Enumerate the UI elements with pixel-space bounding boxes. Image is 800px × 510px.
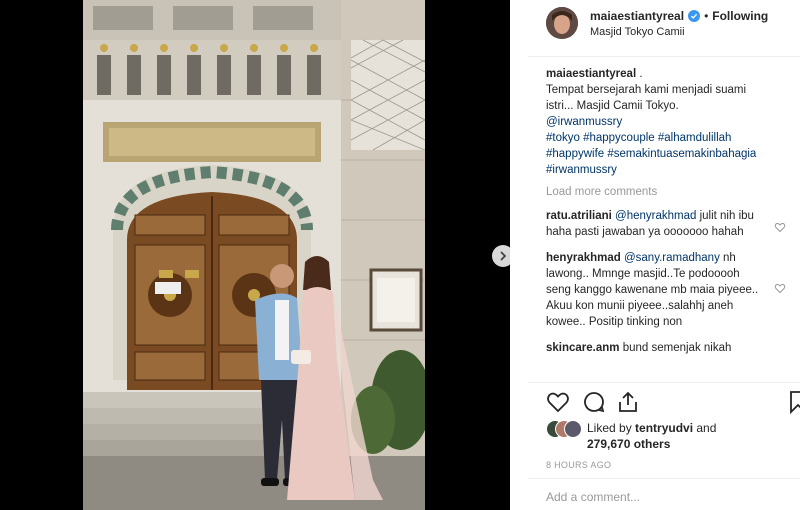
- comment-icon[interactable]: [582, 390, 606, 414]
- divider: [528, 382, 800, 383]
- caption-username-suffix: .: [636, 68, 643, 80]
- bookmark-icon[interactable]: [786, 390, 800, 414]
- liked-by-user[interactable]: tentryudvi: [635, 421, 693, 435]
- comment-item: henyrakhmad @sany.ramadhany nh lawong.. …: [546, 250, 786, 330]
- post-username[interactable]: maiaestiantyreal: [590, 9, 684, 23]
- heart-icon[interactable]: [546, 390, 570, 414]
- following-button[interactable]: Following: [712, 9, 768, 23]
- caption-hashtags[interactable]: #tokyo #happycouple #alhamdulillah: [546, 130, 786, 146]
- post-timestamp[interactable]: 8 HOURS AGO: [546, 460, 611, 470]
- comment-item: ratu.atriliani @henyrakhmad julit nih ib…: [546, 208, 786, 240]
- photo-panel: [0, 0, 514, 510]
- post-header: maiaestiantyreal • Following Masjid Toky…: [528, 0, 800, 46]
- load-more-comments-button[interactable]: Load more comments: [546, 184, 786, 200]
- post-actions: [546, 390, 800, 416]
- header-separator: •: [704, 8, 709, 23]
- post-location[interactable]: Masjid Tokyo Camii: [590, 26, 768, 38]
- caption-hashtags[interactable]: #happywife #semakintuasemakinbahagia: [546, 146, 786, 162]
- comment-mention[interactable]: @henyrakhmad: [615, 210, 696, 222]
- caption-hashtags[interactable]: #irwanmussry: [546, 162, 786, 178]
- comments-section: maiaestiantyreal . Tempat bersejarah kam…: [546, 66, 786, 381]
- share-icon[interactable]: [616, 390, 640, 414]
- chevron-right-icon: [500, 251, 507, 261]
- verified-badge-icon: [688, 9, 701, 22]
- caption-mention[interactable]: @irwanmussry: [546, 114, 786, 130]
- caption-line: istri... Masjid Camii Tokyo.: [546, 100, 679, 112]
- likes-count[interactable]: 279,670 others: [587, 437, 670, 451]
- post-photo[interactable]: [83, 0, 425, 510]
- add-comment-input[interactable]: [546, 486, 786, 508]
- likes-prefix: Liked by: [587, 421, 636, 435]
- likes-summary: Liked by tentryudvi and 279,670 others: [546, 420, 800, 452]
- likes-text: Liked by tentryudvi and 279,670 others: [587, 420, 716, 452]
- comment-mention[interactable]: @sany.ramadhany: [624, 252, 720, 264]
- comment-username[interactable]: ratu.atriliani: [546, 210, 612, 222]
- likes-middle: and: [693, 421, 717, 435]
- liker-avatar: [564, 420, 582, 438]
- comment-item: skincare.anm bund semenjak nikah: [546, 340, 786, 356]
- next-image-button[interactable]: [492, 245, 514, 267]
- comment-username[interactable]: henyrakhmad: [546, 252, 621, 264]
- mosque-couple-photo: [83, 0, 425, 510]
- liker-avatars: [546, 420, 582, 438]
- comment-username[interactable]: skincare.anm: [546, 342, 620, 354]
- avatar[interactable]: [546, 7, 578, 39]
- divider: [528, 56, 800, 57]
- caption-username[interactable]: maiaestiantyreal: [546, 68, 636, 80]
- like-comment-heart-icon[interactable]: [774, 282, 786, 294]
- caption: maiaestiantyreal . Tempat bersejarah kam…: [546, 66, 786, 178]
- avatar-image: [546, 7, 578, 39]
- like-comment-heart-icon[interactable]: [774, 221, 786, 233]
- post-sidebar: maiaestiantyreal • Following Masjid Toky…: [528, 0, 800, 510]
- comment-text: bund semenjak nikah: [619, 342, 732, 354]
- caption-line: Tempat bersejarah kami menjadi suami: [546, 84, 747, 96]
- divider: [528, 478, 800, 479]
